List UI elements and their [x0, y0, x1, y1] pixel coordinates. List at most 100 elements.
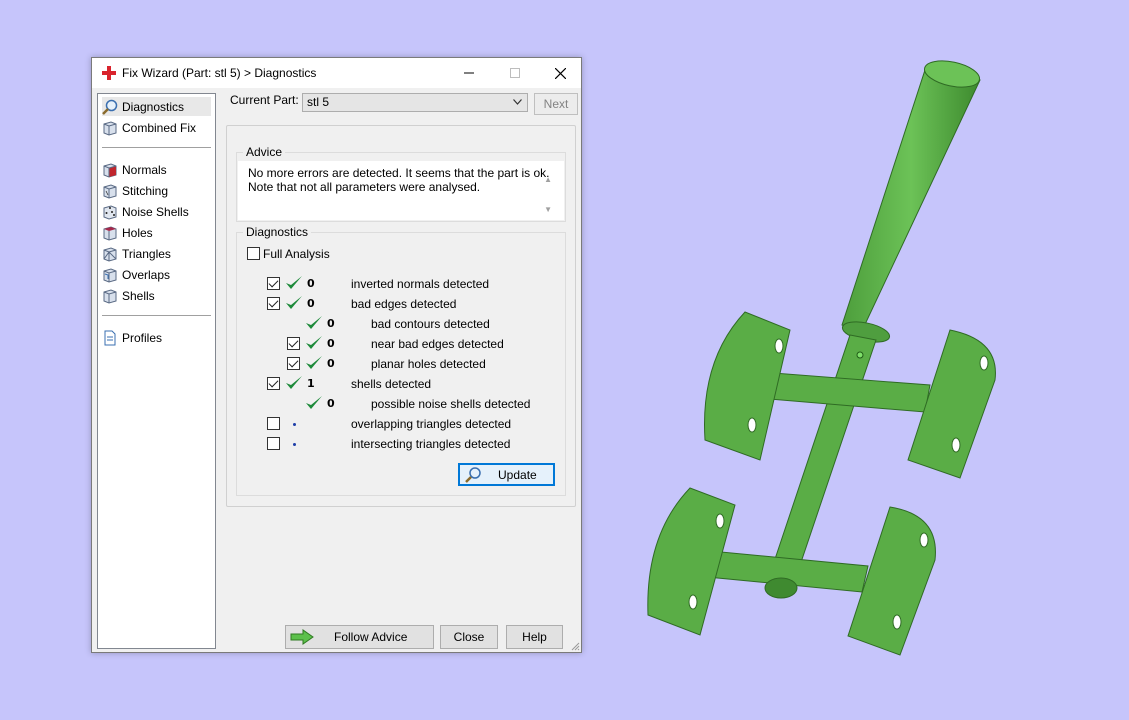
inverted-normals-checkbox[interactable] [267, 277, 280, 290]
sidebar-divider [102, 315, 211, 316]
advice-text-box[interactable]: No more errors are detected. It seems th… [238, 161, 564, 220]
checkmark-icon [306, 316, 322, 329]
current-part-label: Current Part: [230, 93, 299, 107]
checkmark-icon [286, 296, 302, 309]
noise-shells-count: 0 [327, 397, 335, 410]
wizard-navigation: Diagnostics Combined Fix Normals Stitchi… [97, 93, 216, 649]
cube-overlap-icon [103, 267, 117, 283]
shells-checkbox[interactable] [267, 377, 280, 390]
near-bad-edges-label: near bad edges detected [371, 337, 504, 351]
maximize-icon [510, 68, 520, 78]
cube-triangle-icon [103, 246, 117, 262]
advice-group: Advice No more errors are detected. It s… [236, 145, 566, 222]
shells-count: 1 [307, 377, 315, 390]
sidebar-item-noise-shells[interactable]: Noise Shells [102, 202, 211, 221]
sidebar-item-label: Normals [122, 162, 167, 177]
minimize-icon [464, 72, 474, 74]
planar-holes-count: 0 [327, 357, 335, 370]
title-bar[interactable]: Fix Wizard (Part: stl 5) > Diagnostics [92, 58, 581, 88]
cube-red-face-icon [103, 162, 117, 178]
pending-dot-icon [293, 443, 296, 446]
current-part-value: stl 5 [307, 95, 330, 109]
update-button[interactable]: Update [458, 463, 555, 486]
sidebar-item-label: Stitching [122, 183, 169, 198]
inverted-normals-label: inverted normals detected [351, 277, 490, 291]
noise-shells-label: possible noise shells detected [371, 397, 531, 411]
close-icon [554, 67, 566, 79]
sidebar-item-holes[interactable]: Holes [102, 223, 211, 242]
diagnostics-title: Diagnostics [243, 225, 312, 239]
checkmark-icon [286, 276, 302, 289]
update-button-label: Update [498, 468, 537, 482]
pending-dot-icon [293, 423, 296, 426]
advice-title: Advice [243, 145, 286, 159]
advice-line-2: Note that not all parameters were analys… [248, 180, 481, 194]
overlapping-triangles-checkbox[interactable] [267, 417, 280, 430]
red-cross-icon [102, 66, 116, 80]
bad-edges-count: 0 [307, 297, 315, 310]
follow-advice-button[interactable]: Follow Advice [285, 625, 434, 649]
sidebar-item-combined-fix[interactable]: Combined Fix [102, 118, 211, 137]
sidebar-item-profiles[interactable]: Profiles [102, 328, 211, 347]
checkmark-icon [306, 396, 322, 409]
cube-shell-icon [103, 288, 117, 304]
magnifier-icon [102, 99, 118, 115]
overlapping-triangles-label: overlapping triangles detected [351, 417, 512, 431]
diagnostics-group: Diagnostics Full Analysis 0 inverted nor… [236, 225, 566, 496]
current-part-select[interactable]: stl 5 [302, 93, 528, 112]
close-button[interactable]: Close [440, 625, 498, 649]
sidebar-item-label: Triangles [122, 246, 171, 261]
sidebar-item-normals[interactable]: Normals [102, 160, 211, 179]
sidebar-item-label: Profiles [122, 330, 163, 345]
checkmark-icon [306, 356, 322, 369]
checkmark-icon [286, 376, 302, 389]
dice-icon [103, 204, 117, 220]
cube-icon [103, 183, 117, 199]
arrow-right-icon [290, 629, 314, 645]
close-window-button[interactable] [537, 58, 583, 88]
sidebar-item-label: Holes [122, 225, 153, 240]
planar-holes-checkbox[interactable] [287, 357, 300, 370]
bad-edges-checkbox[interactable] [267, 297, 280, 310]
help-button[interactable]: Help [506, 625, 563, 649]
intersecting-triangles-checkbox[interactable] [267, 437, 280, 450]
cube-hole-icon [103, 225, 117, 241]
sidebar-item-label: Combined Fix [122, 120, 197, 135]
resize-grip-icon[interactable] [570, 641, 580, 651]
sidebar-item-stitching[interactable]: Stitching [102, 181, 211, 200]
chevron-down-icon [513, 99, 522, 105]
shells-label: shells detected [351, 377, 432, 391]
sidebar-item-label: Noise Shells [122, 204, 189, 219]
bad-edges-label: bad edges detected [351, 297, 457, 311]
minimize-button[interactable] [446, 58, 492, 88]
follow-advice-label: Follow Advice [334, 630, 408, 644]
bad-contours-count: 0 [327, 317, 335, 330]
cube-icon [103, 120, 117, 136]
bad-contours-label: bad contours detected [371, 317, 490, 331]
near-bad-edges-checkbox[interactable] [287, 337, 300, 350]
checkmark-icon [306, 336, 322, 349]
scroll-down-icon[interactable]: ▼ [544, 205, 552, 214]
maximize-button[interactable] [492, 58, 538, 88]
magnifier-icon [465, 467, 481, 483]
sidebar-item-label: Shells [122, 288, 155, 303]
part-3d-model[interactable] [620, 40, 1040, 680]
planar-holes-label: planar holes detected [371, 357, 486, 371]
advice-line-1: No more errors are detected. It seems th… [248, 166, 550, 180]
sidebar-item-triangles[interactable]: Triangles [102, 244, 211, 263]
sidebar-item-diagnostics[interactable]: Diagnostics [102, 97, 211, 116]
sidebar-divider [102, 147, 211, 148]
sidebar-item-label: Overlaps [122, 267, 171, 282]
fix-wizard-window: Fix Wizard (Part: stl 5) > Diagnostics D… [91, 57, 582, 653]
window-title: Fix Wizard (Part: stl 5) > Diagnostics [122, 66, 317, 80]
inverted-normals-count: 0 [307, 277, 315, 290]
document-icon [104, 330, 116, 345]
next-button[interactable]: Next [534, 93, 578, 115]
full-analysis-checkbox[interactable] [247, 247, 260, 260]
scroll-up-icon[interactable]: ▲ [544, 175, 552, 184]
full-analysis-label: Full Analysis [263, 247, 330, 261]
intersecting-triangles-label: intersecting triangles detected [351, 437, 511, 451]
sidebar-item-shells[interactable]: Shells [102, 286, 211, 305]
near-bad-edges-count: 0 [327, 337, 335, 350]
sidebar-item-overlaps[interactable]: Overlaps [102, 265, 211, 284]
